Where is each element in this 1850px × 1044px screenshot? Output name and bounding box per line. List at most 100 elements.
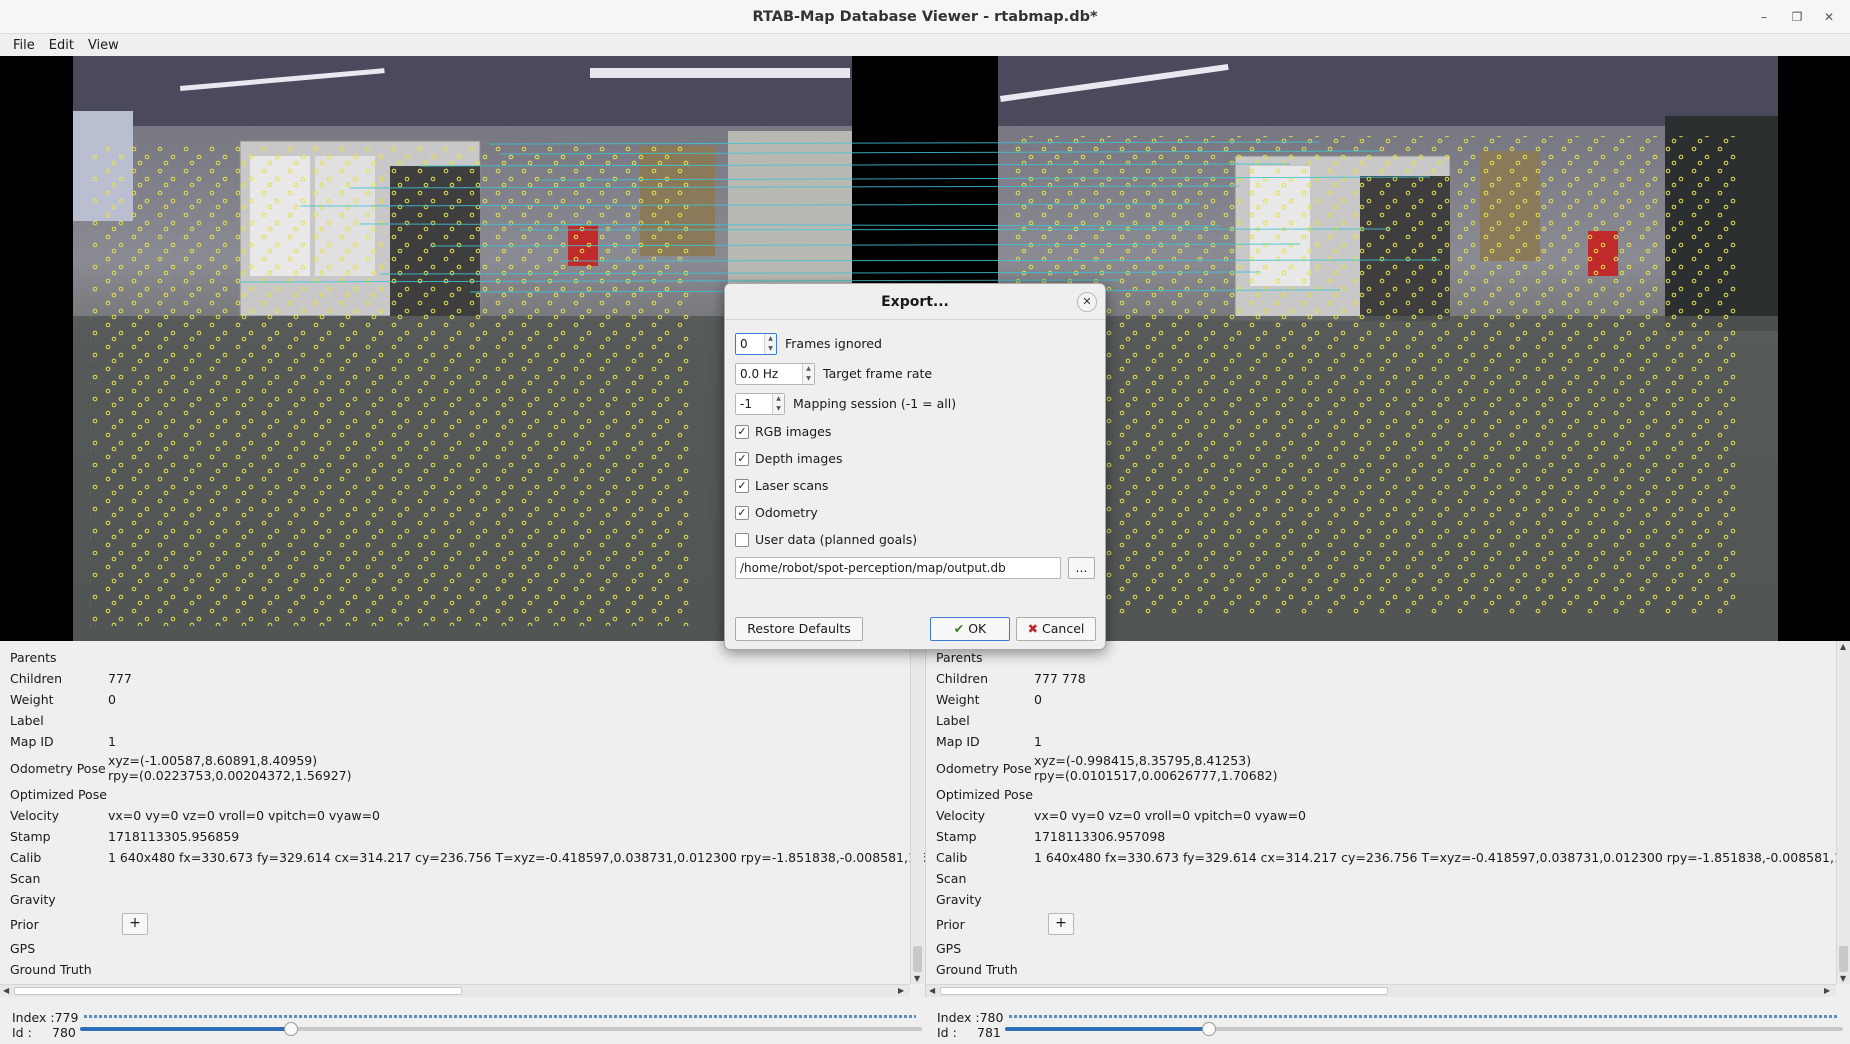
row-stamp: Stamp 1718113306.957098 <box>936 826 1830 847</box>
key-parents: Parents <box>936 650 983 665</box>
frame-rate-spinbox[interactable]: 0.0 Hz ▲ ▼ <box>735 363 815 385</box>
left-id-label: Id : <box>12 1025 32 1040</box>
laser-scans-checkbox[interactable]: ✓ <box>735 479 749 493</box>
mapping-session-label: Mapping session (-1 = all) <box>793 396 957 411</box>
row-children: Children 777 778 <box>936 668 1830 689</box>
mapping-session-value: -1 <box>740 397 752 411</box>
ok-check-icon: ✔ <box>953 621 965 636</box>
rgb-images-checkbox[interactable]: ✓ <box>735 425 749 439</box>
right-node-panel: Parents Children 777 778 Weight 0 Label Ma… <box>925 641 1850 997</box>
left-horizontal-scrollbar[interactable]: ◀ ▶ <box>0 984 910 997</box>
row-stamp: Stamp 1718113305.956859 <box>10 826 905 847</box>
spin-arrows-icon[interactable]: ▲ ▼ <box>772 394 784 414</box>
key-gravity: Gravity <box>10 892 56 907</box>
value-calib: 1 640x480 fx=330.673 fy=329.614 cx=314.2… <box>108 850 925 865</box>
value-stamp: 1718113305.956859 <box>108 829 240 844</box>
value-weight: 0 <box>108 692 116 707</box>
depth-images-label: Depth images <box>755 451 843 466</box>
row-calib: Calib 1 640x480 fx=330.673 fy=329.614 cx=… <box>10 847 925 868</box>
key-parents: Parents <box>10 650 57 665</box>
row-parents: Parents <box>10 647 905 668</box>
key-map-id: Map ID <box>10 734 54 749</box>
menu-view[interactable]: View <box>81 38 126 53</box>
depth-images-checkbox[interactable]: ✓ <box>735 452 749 466</box>
spin-arrows-icon[interactable]: ▲ ▼ <box>764 334 776 354</box>
right-vertical-scrollbar[interactable]: ▲ ▼ <box>1836 641 1850 984</box>
bottom-slider-bar: Index :779 Id : 780 Index :780 Id : 781 <box>0 1005 1850 1044</box>
row-label: Label <box>936 710 1830 731</box>
rgb-images-label: RGB images <box>755 424 832 439</box>
left-id-value: 780 <box>52 1025 76 1040</box>
menu-edit[interactable]: Edit <box>42 38 81 53</box>
key-scan: Scan <box>10 871 41 886</box>
export-dialog: Export... ✕ 0 ▲ ▼ Frames ignored 0.0 Hz ▲… <box>724 283 1106 650</box>
row-ground-truth: Ground Truth <box>936 959 1830 980</box>
odometry-checkbox[interactable]: ✓ <box>735 506 749 520</box>
row-gravity: Gravity <box>10 889 905 910</box>
row-gps: GPS <box>936 938 1830 959</box>
value-weight: 0 <box>1034 692 1042 707</box>
restore-defaults-button[interactable]: Restore Defaults <box>735 617 863 641</box>
key-ground-truth: Ground Truth <box>10 962 92 977</box>
row-gravity: Gravity <box>936 889 1830 910</box>
dialog-close-icon[interactable]: ✕ <box>1077 292 1097 312</box>
cancel-label: Cancel <box>1042 621 1085 636</box>
restore-icon[interactable]: ❐ <box>1788 8 1806 26</box>
row-odometry-pose: Odometry Pose xyz=(-1.00587,8.60891,8.409… <box>10 752 905 784</box>
row-calib: Calib 1 640x480 fx=330.673 fy=329.614 cx=… <box>936 847 1850 868</box>
row-optimized-pose: Optimized Pose <box>10 784 905 805</box>
left-slider-handle[interactable] <box>284 1022 298 1036</box>
key-gps: GPS <box>10 941 36 956</box>
left-slider-block: Index :779 Id : 780 <box>12 1005 922 1044</box>
key-weight: Weight <box>10 692 54 707</box>
key-children: Children <box>936 671 989 686</box>
browse-button[interactable]: ... <box>1068 557 1095 579</box>
row-odometry-pose: Odometry Pose xyz=(-0.998415,8.35795,8.41… <box>936 752 1830 784</box>
row-scan: Scan <box>936 868 1830 889</box>
key-optimized-pose: Optimized Pose <box>936 787 1033 802</box>
left-slider-track[interactable] <box>80 1027 922 1031</box>
row-prior: Prior + <box>10 910 905 938</box>
spin-arrows-icon[interactable]: ▲ ▼ <box>802 364 814 384</box>
value-children: 777 <box>108 671 132 686</box>
frames-ignored-spinbox[interactable]: 0 ▲ ▼ <box>735 333 777 355</box>
value-stamp: 1718113306.957098 <box>1034 829 1166 844</box>
key-stamp: Stamp <box>936 829 977 844</box>
odometry-label: Odometry <box>755 505 818 520</box>
prior-add-button[interactable]: + <box>122 913 148 935</box>
key-scan: Scan <box>936 871 967 886</box>
right-horizontal-scrollbar[interactable]: ◀ ▶ <box>926 984 1836 997</box>
value-calib: 1 640x480 fx=330.673 fy=329.614 cx=314.2… <box>1034 850 1850 865</box>
output-path-field[interactable]: /home/robot/spot-perception/map/output.d… <box>735 557 1061 579</box>
row-weight: Weight 0 <box>10 689 905 710</box>
prior-add-button[interactable]: + <box>1048 913 1074 935</box>
mapping-session-spinbox[interactable]: -1 ▲ ▼ <box>735 393 785 415</box>
right-slider-track[interactable] <box>1005 1027 1843 1031</box>
user-data-checkbox[interactable] <box>735 533 749 547</box>
menu-bar: File Edit View <box>0 34 1850 56</box>
row-ground-truth: Ground Truth <box>10 959 905 980</box>
right-id-value: 781 <box>977 1025 1001 1040</box>
cancel-x-icon: ✖ <box>1027 621 1039 636</box>
row-map-id: Map ID 1 <box>10 731 905 752</box>
key-calib: Calib <box>10 850 42 865</box>
menu-file[interactable]: File <box>6 38 42 53</box>
right-slider-handle[interactable] <box>1202 1022 1216 1036</box>
row-parents: Parents <box>936 647 1830 668</box>
key-gps: GPS <box>936 941 962 956</box>
key-weight: Weight <box>936 692 980 707</box>
cancel-button[interactable]: ✖ Cancel <box>1016 617 1096 641</box>
row-children: Children 777 <box>10 668 905 689</box>
close-window-icon[interactable]: ✕ <box>1820 8 1838 26</box>
left-vertical-scrollbar[interactable]: ▼ <box>910 641 924 984</box>
key-optimized-pose: Optimized Pose <box>10 787 107 802</box>
node-info-panels: Parents Children 777 Weight 0 Label Map ID… <box>0 641 1850 997</box>
right-camera-frame <box>998 56 1778 641</box>
key-ground-truth: Ground Truth <box>936 962 1018 977</box>
row-weight: Weight 0 <box>936 689 1830 710</box>
value-odom-rpy: rpy=(0.0101517,0.00626777,1.70682) <box>1034 768 1278 783</box>
ok-button[interactable]: ✔ OK <box>930 617 1010 641</box>
key-gravity: Gravity <box>936 892 982 907</box>
row-velocity: Velocity vx=0 vy=0 vz=0 vroll=0 vpitch=0 … <box>10 805 905 826</box>
minimize-icon[interactable]: – <box>1755 8 1773 26</box>
